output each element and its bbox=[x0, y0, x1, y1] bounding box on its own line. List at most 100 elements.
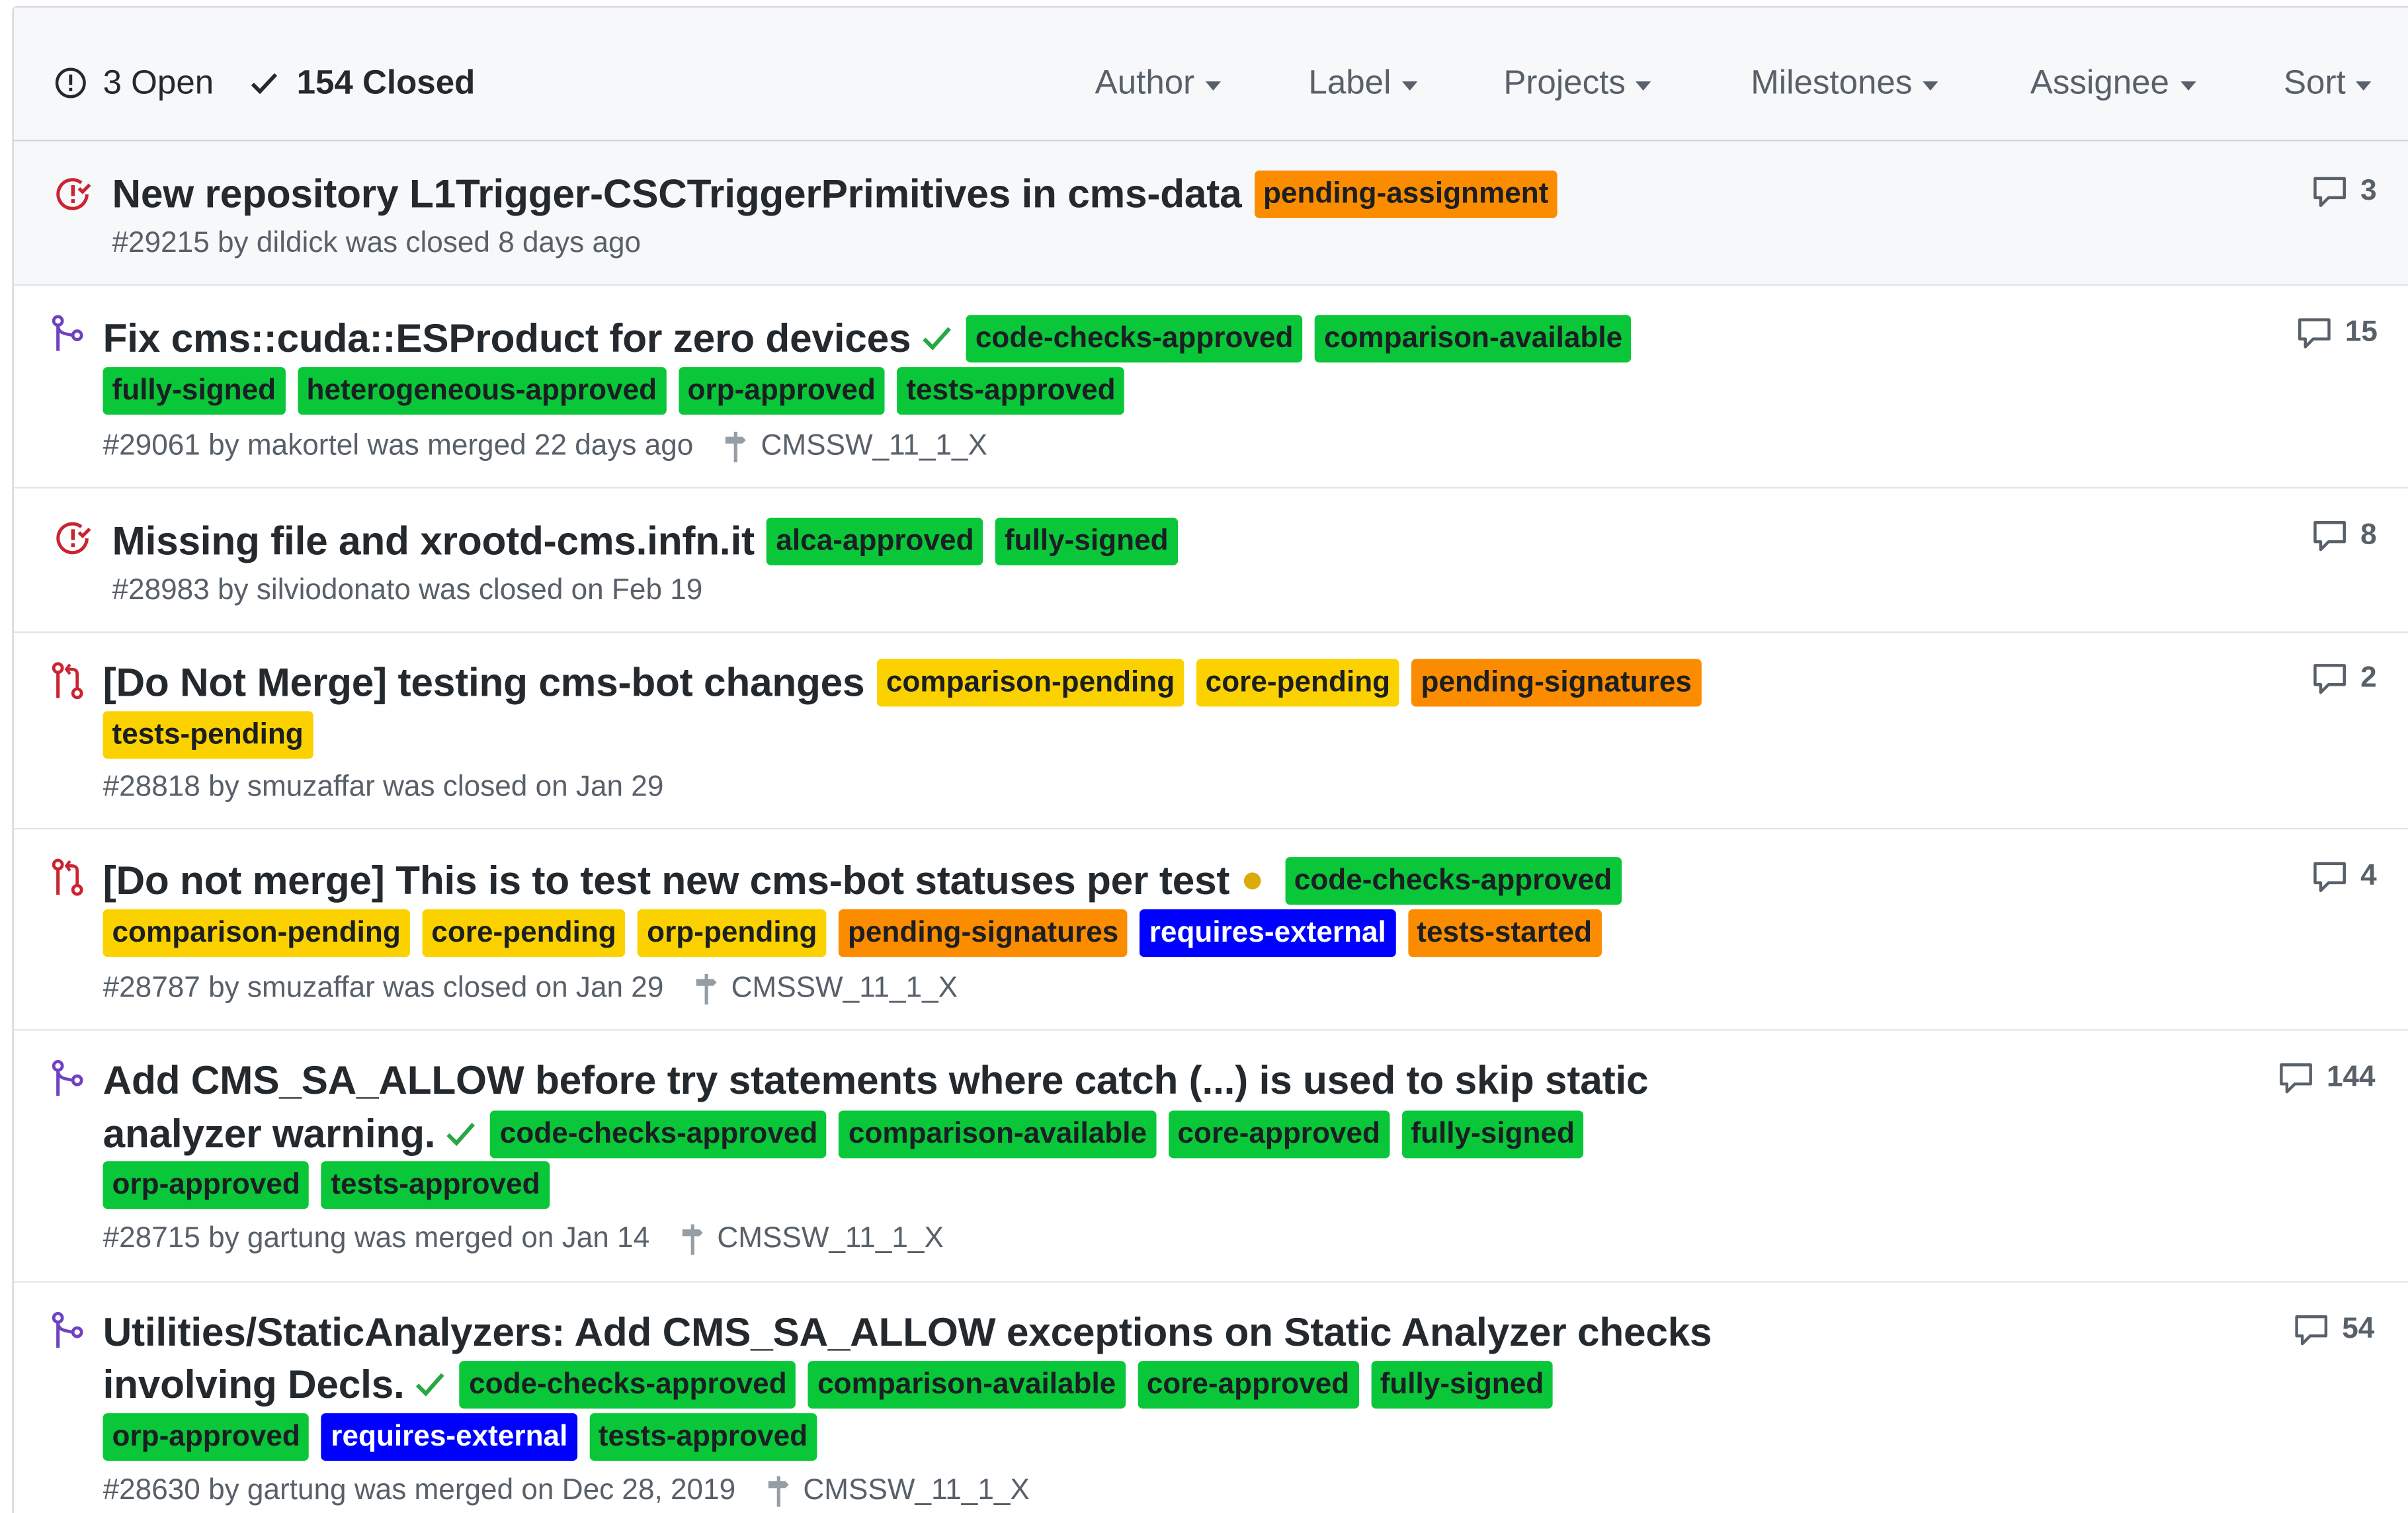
issue-meta-text: #28818 by smuzaffar was closed on Jan 29 bbox=[103, 771, 664, 803]
label-fully-signed[interactable]: fully-signed bbox=[1370, 1360, 1554, 1408]
list-item[interactable]: [Do not merge] This is to test new cms-b… bbox=[13, 829, 2408, 1031]
status-check-icon[interactable] bbox=[444, 1118, 478, 1149]
issue-title-link[interactable]: Add CMS_SA_ALLOW before try statements w… bbox=[103, 1056, 1649, 1104]
comment-count: 2 bbox=[2360, 662, 2377, 694]
comments-link[interactable]: 2 bbox=[2311, 662, 2377, 696]
milestone-link[interactable]: CMSSW_11_1_X bbox=[694, 972, 958, 1006]
label-tests-pending[interactable]: tests-pending bbox=[103, 711, 313, 759]
label-alca-approved[interactable]: alca-approved bbox=[767, 516, 983, 565]
comment-icon bbox=[2313, 664, 2346, 694]
label-pending-signatures[interactable]: pending-signatures bbox=[1411, 658, 1701, 706]
label-fully-signed[interactable]: fully-signed bbox=[995, 516, 1178, 565]
label-tests-approved[interactable]: tests-approved bbox=[321, 1161, 550, 1209]
label-core-pending[interactable]: core-pending bbox=[422, 909, 626, 958]
issue-title-link-continued[interactable]: analyzer warning. bbox=[103, 1110, 436, 1157]
comments-link[interactable]: 15 bbox=[2296, 317, 2378, 350]
issue-title-line: Utilities/StaticAnalyzers: Add CMS_SA_AL… bbox=[103, 1304, 1712, 1360]
label-orp-approved[interactable]: orp-approved bbox=[103, 1413, 310, 1461]
label-tests-approved[interactable]: tests-approved bbox=[897, 367, 1125, 415]
list-item[interactable]: [Do Not Merge] testing cms-bot changes c… bbox=[13, 633, 2408, 830]
comments-link[interactable]: 4 bbox=[2311, 860, 2377, 894]
comment-count: 15 bbox=[2345, 316, 2378, 349]
milestone-icon bbox=[726, 431, 747, 463]
label-heterogeneous-approved[interactable]: heterogeneous-approved bbox=[297, 367, 667, 415]
label-pending-assignment[interactable]: pending-assignment bbox=[1254, 169, 1558, 218]
author-filter[interactable]: Author bbox=[1095, 60, 1221, 106]
label-comparison-pending[interactable]: comparison-pending bbox=[876, 658, 1184, 706]
milestone-icon bbox=[768, 1476, 789, 1507]
label-code-checks-approved[interactable]: code-checks-approved bbox=[490, 1110, 827, 1158]
label-orp-approved[interactable]: orp-approved bbox=[103, 1161, 310, 1209]
issue-title-line: New repository L1Trigger-CSCTriggerPrimi… bbox=[112, 166, 1558, 222]
milestone-link[interactable]: CMSSW_11_1_X bbox=[767, 1475, 1030, 1508]
label-core-pending[interactable]: core-pending bbox=[1196, 658, 1400, 706]
issue-title-line: [Do Not Merge] testing cms-bot changes c… bbox=[103, 655, 1701, 710]
label-code-checks-approved[interactable]: code-checks-approved bbox=[966, 314, 1303, 362]
comment-icon bbox=[2313, 521, 2346, 552]
issue-title-link[interactable]: Missing file and xrootd-cms.infn.it bbox=[112, 517, 755, 565]
list-item[interactable]: Utilities/StaticAnalyzers: Add CMS_SA_AL… bbox=[13, 1282, 2408, 1513]
label-code-checks-approved[interactable]: code-checks-approved bbox=[460, 1360, 796, 1408]
list-item[interactable]: New repository L1Trigger-CSCTriggerPrimi… bbox=[13, 141, 2408, 286]
label-code-checks-approved[interactable]: code-checks-approved bbox=[1284, 856, 1622, 905]
list-item[interactable]: Missing file and xrootd-cms.infn.it alca… bbox=[13, 488, 2408, 634]
status-check-icon[interactable] bbox=[413, 1369, 447, 1399]
label-comparison-available[interactable]: comparison-available bbox=[839, 1110, 1156, 1158]
comments-link[interactable]: 54 bbox=[2293, 1313, 2374, 1347]
label-fully-signed[interactable]: fully-signed bbox=[1401, 1110, 1584, 1158]
milestones-filter[interactable]: Milestones bbox=[1751, 60, 1938, 106]
merged-pr-icon bbox=[52, 315, 83, 351]
comment-icon bbox=[2295, 1315, 2328, 1346]
label-comparison-available[interactable]: comparison-available bbox=[1315, 314, 1632, 362]
label-comparison-available[interactable]: comparison-available bbox=[808, 1360, 1126, 1408]
milestone-name: CMSSW_11_1_X bbox=[717, 1223, 944, 1255]
label-fully-signed[interactable]: fully-signed bbox=[103, 367, 286, 415]
label-filter[interactable]: Label bbox=[1308, 60, 1417, 106]
issue-title-line: Fix cms::cuda::ESProduct for zero device… bbox=[103, 310, 1632, 366]
comments-link[interactable]: 3 bbox=[2311, 175, 2377, 209]
issue-title-link[interactable]: [Do not merge] This is to test new cms-b… bbox=[103, 856, 1230, 904]
issue-title-link-continued[interactable]: involving Decls. bbox=[103, 1360, 405, 1408]
label-requires-external[interactable]: requires-external bbox=[321, 1413, 577, 1461]
milestone-link[interactable]: CMSSW_11_1_X bbox=[681, 1223, 944, 1256]
caret-down-icon bbox=[1401, 80, 1417, 90]
assignee-filter[interactable]: Assignee bbox=[2030, 60, 2196, 106]
comment-icon bbox=[2313, 177, 2346, 208]
issue-title-link[interactable]: Utilities/StaticAnalyzers: Add CMS_SA_AL… bbox=[103, 1308, 1712, 1356]
label-pending-signatures[interactable]: pending-signatures bbox=[839, 909, 1128, 958]
label-comparison-pending[interactable]: comparison-pending bbox=[103, 909, 410, 958]
milestone-name: CMSSW_11_1_X bbox=[803, 1474, 1030, 1507]
issue-title-link[interactable]: [Do Not Merge] testing cms-bot changes bbox=[103, 658, 865, 706]
issues-list-page: 3 Open 154 Closed Author Label Projects … bbox=[0, 0, 2408, 1513]
label-core-approved[interactable]: core-approved bbox=[1137, 1360, 1359, 1408]
milestone-icon bbox=[682, 1224, 703, 1255]
comment-icon bbox=[2298, 318, 2331, 348]
label-orp-approved[interactable]: orp-approved bbox=[678, 367, 885, 415]
milestone-link[interactable]: CMSSW_11_1_X bbox=[724, 430, 987, 464]
label-core-approved[interactable]: core-approved bbox=[1168, 1110, 1390, 1158]
label-requires-external[interactable]: requires-external bbox=[1140, 909, 1395, 958]
issue-title-line: Add CMS_SA_ALLOW before try statements w… bbox=[103, 1052, 1649, 1108]
list-item[interactable]: Fix cms::cuda::ESProduct for zero device… bbox=[13, 286, 2408, 489]
status-pending-dot[interactable] bbox=[1243, 872, 1261, 889]
issue-title-link[interactable]: New repository L1Trigger-CSCTriggerPrimi… bbox=[112, 170, 1242, 218]
label-orp-pending[interactable]: orp-pending bbox=[638, 909, 827, 958]
caret-down-icon bbox=[1636, 80, 1652, 90]
sort-filter[interactable]: Sort bbox=[2284, 60, 2372, 106]
label-tests-started[interactable]: tests-started bbox=[1407, 909, 1602, 958]
issue-meta: #28983 by silviodonato was closed on Feb… bbox=[112, 575, 703, 608]
list-item[interactable]: Add CMS_SA_ALLOW before try statements w… bbox=[13, 1030, 2408, 1283]
status-check-icon[interactable] bbox=[920, 323, 954, 353]
closed-issue-icon bbox=[56, 522, 91, 555]
comments-link[interactable]: 8 bbox=[2311, 519, 2377, 553]
projects-filter[interactable]: Projects bbox=[1503, 60, 1652, 106]
label-tests-approved[interactable]: tests-approved bbox=[589, 1413, 817, 1461]
issue-title-line: analyzer warning. code-checks-approved c… bbox=[103, 1106, 1584, 1161]
closed-pr-icon bbox=[52, 858, 83, 896]
issue-title-line: involving Decls. code-checks-approved co… bbox=[103, 1356, 1554, 1412]
comments-link[interactable]: 144 bbox=[2278, 1061, 2376, 1095]
comment-count: 144 bbox=[2326, 1061, 2376, 1094]
issue-meta-text: #28715 by gartung was merged on Jan 14 bbox=[103, 1223, 650, 1255]
comment-icon bbox=[2280, 1063, 2312, 1094]
issue-title-link[interactable]: Fix cms::cuda::ESProduct for zero device… bbox=[103, 314, 911, 362]
